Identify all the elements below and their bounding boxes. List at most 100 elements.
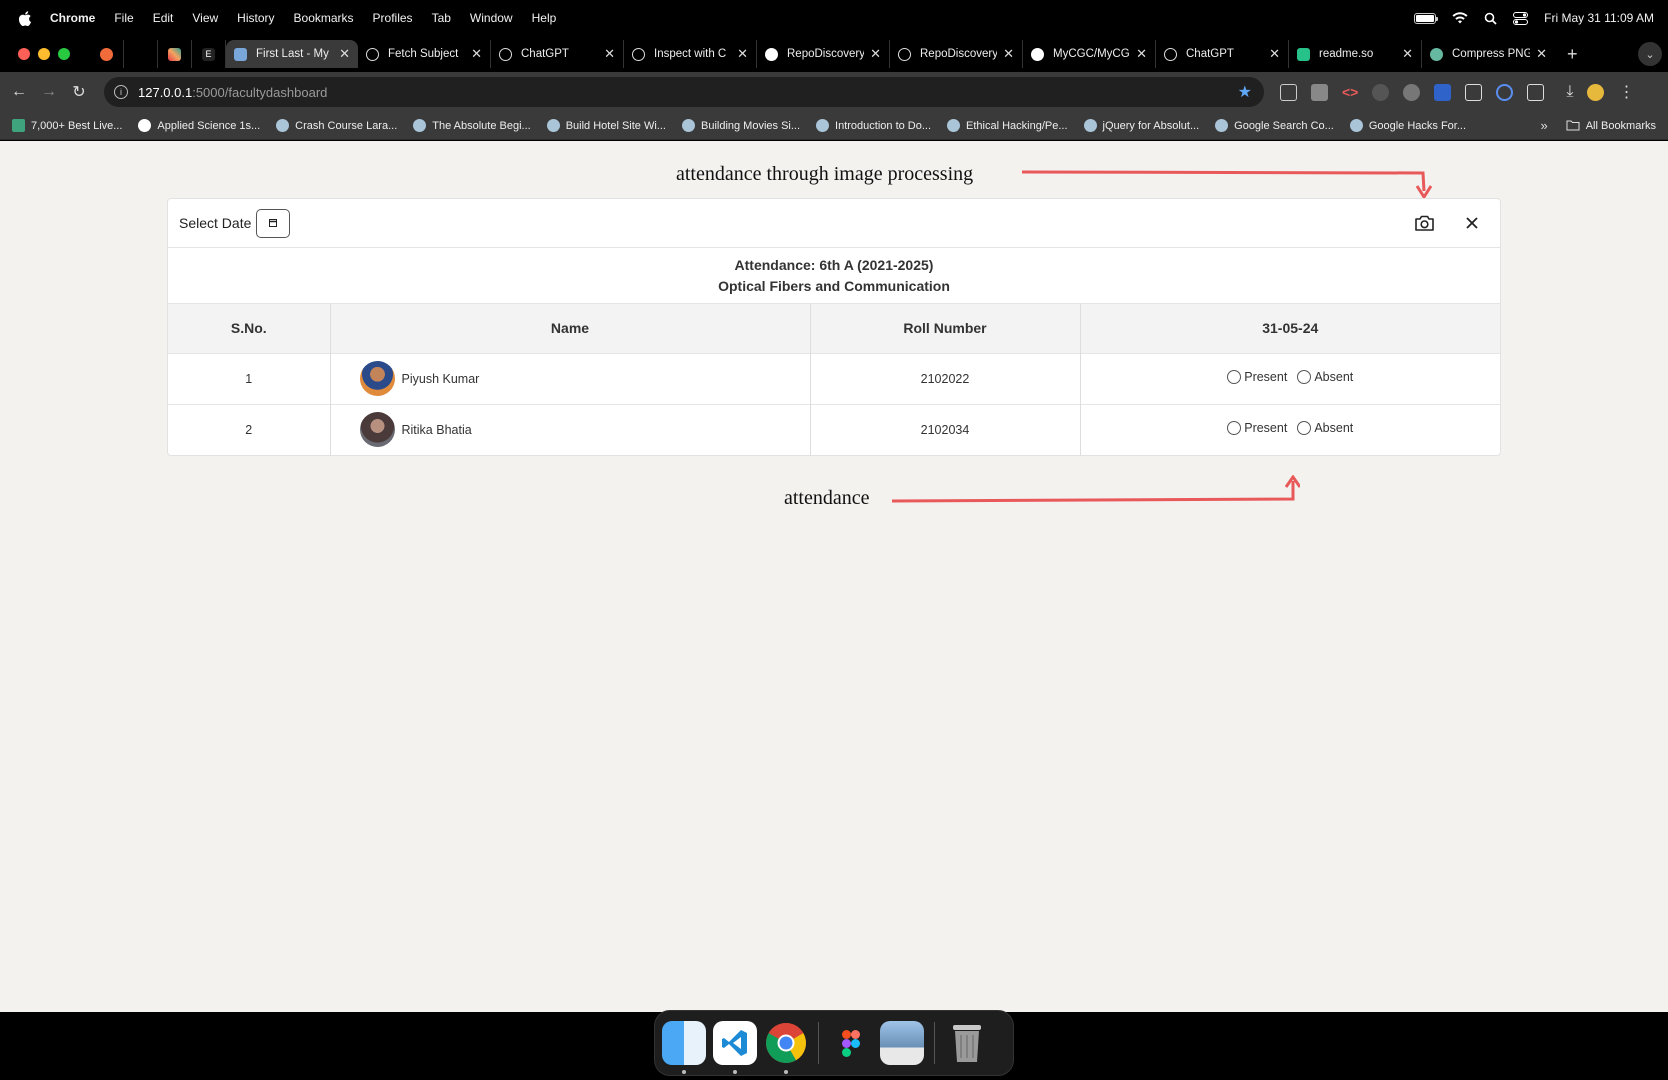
date-picker-button[interactable] bbox=[256, 208, 291, 238]
menubar-datetime[interactable]: Fri May 31 11:09 AM bbox=[1544, 11, 1654, 25]
menu-app-name[interactable]: Chrome bbox=[50, 11, 95, 25]
control-center-icon[interactable] bbox=[1513, 11, 1529, 25]
forward-arrow-icon[interactable]: → bbox=[34, 83, 64, 101]
menu-tab[interactable]: Tab bbox=[432, 11, 451, 25]
pinned-tab-4[interactable]: E bbox=[192, 40, 226, 68]
bookmark-item[interactable]: Applied Science 1s... bbox=[138, 119, 260, 132]
close-tab-icon[interactable]: ✕ bbox=[471, 46, 482, 62]
document-icon bbox=[234, 47, 247, 61]
close-tab-icon[interactable]: ✕ bbox=[737, 46, 748, 62]
tab-readme[interactable]: readme.so ✕ bbox=[1289, 40, 1422, 68]
chrome-icon[interactable] bbox=[764, 1021, 808, 1074]
extension-pdf-icon[interactable] bbox=[1434, 83, 1452, 101]
table-row: 1 Piyush Kumar 2102022 Present Absent bbox=[168, 352, 1500, 404]
extensions-puzzle-icon[interactable] bbox=[1527, 83, 1545, 101]
bookmark-item[interactable]: Crash Course Lara... bbox=[276, 119, 397, 132]
present-radio[interactable]: Present bbox=[1227, 421, 1288, 436]
close-tab-icon[interactable]: ✕ bbox=[1269, 46, 1280, 62]
profile-avatar[interactable] bbox=[1587, 83, 1605, 101]
bookmark-item[interactable]: 7,000+ Best Live... bbox=[12, 119, 122, 132]
bookmark-item[interactable]: Building Movies Si... bbox=[681, 119, 800, 132]
bookmark-item[interactable]: The Absolute Begi... bbox=[413, 119, 531, 132]
camera-attendance-button[interactable] bbox=[1412, 211, 1436, 235]
menu-bookmarks[interactable]: Bookmarks bbox=[294, 11, 354, 25]
tab-inspect[interactable]: Inspect with C ✕ bbox=[624, 40, 757, 68]
figma-icon[interactable] bbox=[829, 1021, 873, 1065]
radio-circle-icon bbox=[1227, 370, 1242, 384]
close-tab-icon[interactable]: ✕ bbox=[1536, 46, 1547, 62]
pinned-tab-2[interactable] bbox=[124, 40, 158, 68]
tab-compress-png[interactable]: Compress PNG ✕ bbox=[1422, 40, 1555, 68]
wifi-icon[interactable] bbox=[1452, 12, 1468, 24]
spotlight-search-icon[interactable] bbox=[1484, 12, 1497, 25]
tab-chatgpt-2[interactable]: ChatGPT ✕ bbox=[1156, 40, 1289, 68]
menu-help[interactable]: Help bbox=[532, 11, 557, 25]
bookmark-favicon bbox=[1215, 119, 1229, 132]
all-bookmarks-button[interactable]: All Bookmarks bbox=[1566, 120, 1656, 132]
tab-title: Inspect with C bbox=[654, 48, 727, 60]
extension-window-icon[interactable] bbox=[1465, 83, 1483, 101]
trash-icon[interactable] bbox=[945, 1021, 989, 1065]
tab-repodiscovery-2[interactable]: RepoDiscovery ✕ bbox=[890, 40, 1023, 68]
menu-history[interactable]: History bbox=[237, 11, 274, 25]
extension-gear-icon[interactable] bbox=[1403, 83, 1421, 101]
extension-hand-icon[interactable] bbox=[1372, 83, 1390, 101]
close-card-button[interactable] bbox=[1462, 213, 1482, 233]
back-arrow-icon[interactable]: ← bbox=[4, 83, 34, 101]
extension-code-icon[interactable]: <> bbox=[1342, 84, 1358, 100]
bookmark-item[interactable]: Build Hotel Site Wi... bbox=[546, 119, 666, 132]
extension-edit-icon[interactable] bbox=[1280, 83, 1297, 101]
finder-icon[interactable] bbox=[662, 1021, 706, 1074]
tab-chatgpt[interactable]: ChatGPT ✕ bbox=[491, 40, 624, 68]
present-label: Present bbox=[1244, 421, 1288, 436]
absent-radio[interactable]: Absent bbox=[1297, 370, 1353, 384]
extension-camera-icon[interactable] bbox=[1311, 83, 1328, 101]
more-bookmarks-chevron-icon[interactable]: » bbox=[1540, 118, 1547, 133]
pinned-tab-3[interactable] bbox=[158, 40, 192, 68]
preview-icon[interactable] bbox=[880, 1021, 924, 1065]
extension-link-icon[interactable] bbox=[1496, 83, 1514, 101]
vscode-icon[interactable] bbox=[713, 1021, 757, 1074]
menu-window[interactable]: Window bbox=[470, 11, 513, 25]
battery-icon[interactable] bbox=[1414, 12, 1439, 24]
reload-icon[interactable]: ↻ bbox=[64, 82, 94, 102]
tab-search-chevron-icon[interactable]: ⌄ bbox=[1638, 42, 1662, 66]
address-bar[interactable]: i 127.0.0.1:5000/facultydashboard ★ bbox=[104, 77, 1264, 107]
menu-file[interactable]: File bbox=[114, 11, 133, 25]
new-tab-plus-icon[interactable]: + bbox=[1567, 44, 1578, 65]
tab-first-last[interactable]: First Last - My ✕ bbox=[226, 40, 358, 68]
close-tab-icon[interactable]: ✕ bbox=[1136, 46, 1147, 62]
tab-mycgc[interactable]: MyCGC/MyCG ✕ bbox=[1023, 40, 1156, 68]
downloads-icon[interactable]: ⤓ bbox=[1566, 83, 1573, 101]
absent-radio[interactable]: Absent bbox=[1297, 421, 1353, 436]
close-tab-icon[interactable]: ✕ bbox=[870, 46, 881, 62]
bookmark-item[interactable]: Introduction to Do... bbox=[816, 119, 931, 132]
attendance-card: Select Date Attendance: 6th A (2021-2025… bbox=[167, 198, 1501, 456]
close-tab-icon[interactable]: ✕ bbox=[1003, 46, 1014, 62]
dock-separator bbox=[934, 1022, 935, 1064]
minimize-window-icon[interactable] bbox=[38, 48, 50, 60]
close-tab-icon[interactable]: ✕ bbox=[604, 46, 615, 62]
maximize-window-icon[interactable] bbox=[58, 48, 70, 60]
bookmark-item[interactable]: jQuery for Absolut... bbox=[1083, 119, 1199, 132]
radio-circle-icon bbox=[1297, 421, 1312, 436]
close-tab-icon[interactable]: ✕ bbox=[1402, 46, 1413, 62]
cell-attendance: Present Absent bbox=[1080, 352, 1500, 404]
menu-edit[interactable]: Edit bbox=[153, 11, 174, 25]
bookmark-star-icon[interactable]: ★ bbox=[1238, 82, 1252, 102]
bookmark-item[interactable]: Ethical Hacking/Pe... bbox=[947, 119, 1068, 132]
chrome-menu-kebab-icon[interactable]: ⋮ bbox=[1618, 82, 1634, 102]
close-tab-icon[interactable]: ✕ bbox=[339, 46, 350, 62]
globe-icon bbox=[898, 47, 911, 61]
bookmark-item[interactable]: Google Search Co... bbox=[1215, 119, 1334, 132]
pinned-tab-1[interactable] bbox=[90, 40, 124, 68]
bookmark-item[interactable]: Google Hacks For... bbox=[1349, 119, 1466, 132]
site-info-icon[interactable]: i bbox=[114, 85, 128, 99]
menu-profiles[interactable]: Profiles bbox=[373, 11, 413, 25]
tab-repodiscovery-1[interactable]: RepoDiscovery ✕ bbox=[757, 40, 890, 68]
close-window-icon[interactable] bbox=[18, 48, 30, 60]
present-radio[interactable]: Present bbox=[1227, 370, 1287, 384]
menu-view[interactable]: View bbox=[192, 11, 218, 25]
apple-icon[interactable] bbox=[18, 10, 32, 26]
tab-fetch-subject[interactable]: Fetch Subject ✕ bbox=[358, 40, 491, 68]
